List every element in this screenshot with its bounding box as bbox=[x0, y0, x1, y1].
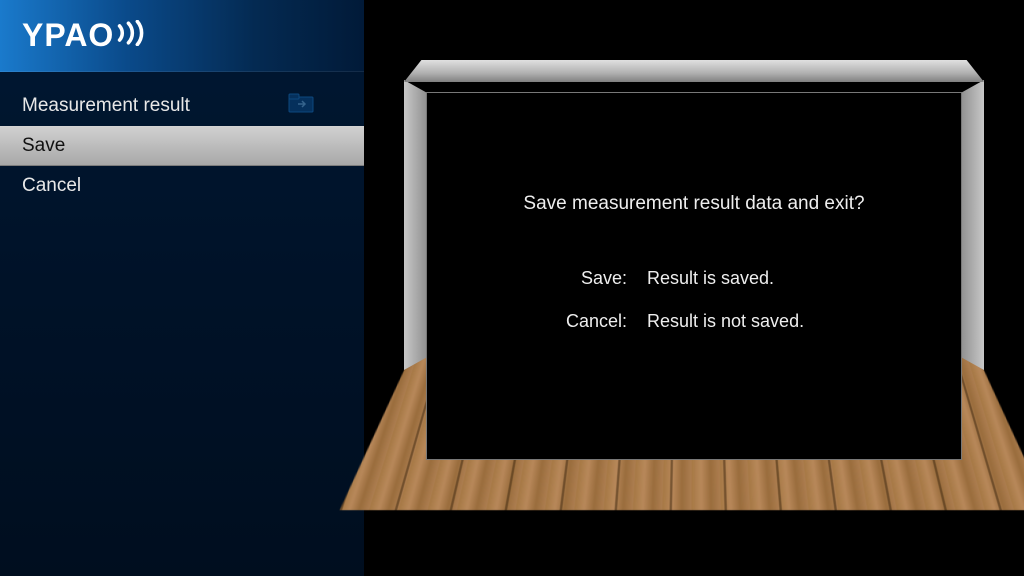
option-label: Cancel: bbox=[427, 311, 647, 332]
sidebar: YPAO Measurement result Save bbox=[0, 0, 364, 576]
menu-item-measurement-result[interactable]: Measurement result bbox=[0, 86, 364, 126]
folder-arrow-icon bbox=[288, 93, 314, 119]
menu-item-label: Measurement result bbox=[22, 95, 190, 117]
logo: YPAO bbox=[22, 17, 148, 54]
option-label: Save: bbox=[427, 268, 647, 289]
option-desc: Result is not saved. bbox=[647, 311, 804, 332]
menu-item-cancel[interactable]: Cancel bbox=[0, 166, 364, 206]
option-desc: Result is saved. bbox=[647, 268, 774, 289]
logo-text: YPAO bbox=[22, 17, 114, 54]
menu-item-label: Cancel bbox=[22, 175, 81, 197]
room-ceiling bbox=[404, 60, 984, 82]
main-panel: Save measurement result data and exit? S… bbox=[364, 0, 1024, 576]
dialog-options: Save: Result is saved. Cancel: Result is… bbox=[427, 268, 961, 332]
header: YPAO bbox=[0, 0, 364, 72]
option-row-cancel: Cancel: Result is not saved. bbox=[427, 311, 961, 332]
room-visualization: Save measurement result data and exit? S… bbox=[404, 60, 984, 510]
menu-item-label: Save bbox=[22, 135, 65, 157]
menu-item-save[interactable]: Save bbox=[0, 126, 364, 166]
room-back-wall: Save measurement result data and exit? S… bbox=[426, 92, 962, 460]
menu: Measurement result Save Cancel bbox=[0, 72, 364, 206]
sound-waves-icon bbox=[116, 20, 148, 46]
dialog-prompt: Save measurement result data and exit? bbox=[427, 193, 961, 215]
option-row-save: Save: Result is saved. bbox=[427, 268, 961, 289]
